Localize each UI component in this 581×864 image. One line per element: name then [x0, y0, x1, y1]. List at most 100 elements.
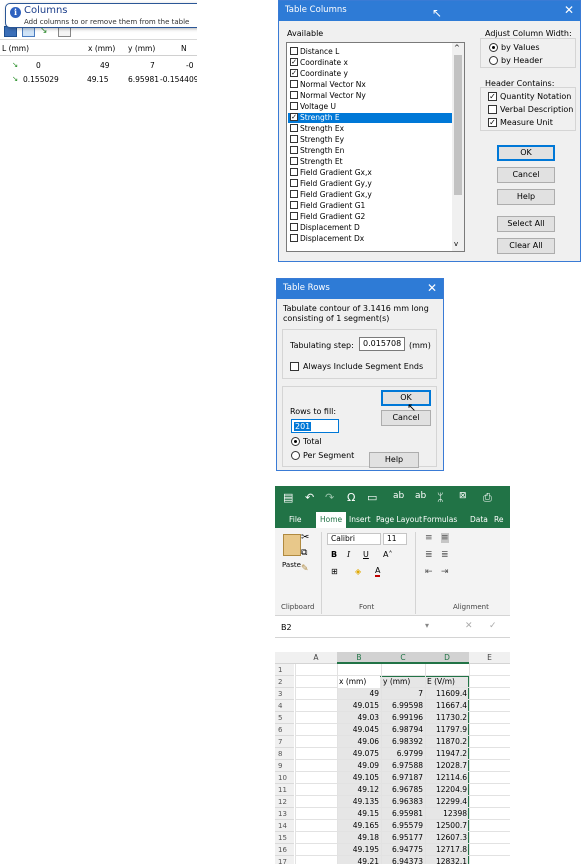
- bold-icon[interactable]: B: [331, 550, 337, 559]
- row-header[interactable]: 11: [275, 784, 294, 796]
- data-cell[interactable]: 49.18: [338, 832, 379, 844]
- scroll-up-icon[interactable]: ^: [454, 44, 460, 52]
- decrease-indent-icon[interactable]: ⇤: [425, 567, 433, 577]
- list-item[interactable]: ✓ Coordinate x: [288, 58, 452, 68]
- data-cell[interactable]: 12500.7: [426, 820, 467, 832]
- align-top-icon[interactable]: ≡: [425, 533, 433, 543]
- cancel-entry-icon[interactable]: ✕: [465, 621, 473, 631]
- data-cell[interactable]: 6.95177: [382, 832, 423, 844]
- tab-formulas[interactable]: Formulas: [423, 515, 457, 524]
- data-cell[interactable]: 49.195: [338, 844, 379, 856]
- list-item[interactable]: Normal Vector Nx: [288, 80, 452, 90]
- column-checkbox[interactable]: [290, 179, 298, 187]
- save-icon[interactable]: ▤: [283, 491, 293, 504]
- data-cell[interactable]: 11667.4: [426, 700, 467, 712]
- data-cell[interactable]: 12028.7: [426, 760, 467, 772]
- underline-icon[interactable]: U: [363, 550, 369, 559]
- scroll-down-icon[interactable]: v: [454, 240, 458, 248]
- list-item[interactable]: Field Gradient G2: [288, 212, 452, 222]
- scroll-thumb[interactable]: [454, 55, 462, 195]
- data-cell[interactable]: 12832.1: [426, 856, 467, 864]
- font-name-select[interactable]: Calibri: [327, 533, 381, 545]
- tab-home[interactable]: Home: [316, 512, 347, 528]
- cut-icon[interactable]: ✂: [301, 532, 309, 543]
- list-item[interactable]: Field Gradient Gx,y: [288, 190, 452, 200]
- name-box-dropdown-icon[interactable]: ▾: [425, 621, 429, 630]
- undo-icon[interactable]: ↶: [305, 491, 314, 504]
- data-cell[interactable]: 12398: [426, 808, 467, 820]
- rows-input[interactable]: 201: [291, 419, 339, 433]
- data-cell[interactable]: 12607.3: [426, 832, 467, 844]
- row-header[interactable]: 8: [275, 748, 294, 760]
- format-painter-icon[interactable]: ✎: [301, 564, 309, 574]
- data-cell[interactable]: 11797.9: [426, 724, 467, 736]
- header-cell[interactable]: y (mm): [382, 676, 424, 688]
- border-icon[interactable]: ⊞: [331, 567, 338, 576]
- row-header[interactable]: 12: [275, 796, 294, 808]
- data-cell[interactable]: 11870.2: [426, 736, 467, 748]
- subscript-icon[interactable]: ab: [415, 491, 426, 501]
- list-item[interactable]: Distance L: [288, 47, 452, 57]
- column-checkbox[interactable]: [290, 190, 298, 198]
- row-header[interactable]: 3: [275, 688, 294, 700]
- column-checkbox[interactable]: [290, 201, 298, 209]
- row-header[interactable]: 16: [275, 844, 294, 856]
- column-checkbox[interactable]: ✓: [290, 58, 298, 66]
- data-cell[interactable]: 6.9799: [382, 748, 423, 760]
- cancel-button[interactable]: Cancel: [381, 410, 431, 426]
- column-header[interactable]: C: [381, 652, 425, 664]
- clipboard-icon[interactable]: [283, 534, 301, 556]
- column-checkbox[interactable]: [290, 102, 298, 110]
- data-cell[interactable]: 49.06: [338, 736, 379, 748]
- data-cell[interactable]: 49.105: [338, 772, 379, 784]
- omega-icon[interactable]: Ω: [347, 491, 355, 504]
- redo-icon[interactable]: ↷: [325, 491, 334, 504]
- window-icon[interactable]: ▭: [367, 491, 377, 504]
- list-item[interactable]: ✓ Strength E: [288, 113, 452, 123]
- data-cell[interactable]: 6.94775: [382, 844, 423, 856]
- select-all-button[interactable]: Select All: [497, 216, 555, 232]
- tab-file[interactable]: File: [289, 515, 302, 524]
- column-checkbox[interactable]: [290, 212, 298, 220]
- tab-data[interactable]: Data: [470, 515, 488, 524]
- list-item[interactable]: Displacement Dx: [288, 234, 452, 244]
- include-ends-checkbox[interactable]: [290, 362, 299, 371]
- column-checkbox[interactable]: [290, 124, 298, 132]
- row-header[interactable]: 4: [275, 700, 294, 712]
- column-checkbox[interactable]: [290, 80, 298, 88]
- column-checkbox[interactable]: [290, 135, 298, 143]
- tab-review[interactable]: Re: [494, 515, 504, 524]
- row-header[interactable]: 17: [275, 856, 294, 864]
- list-item[interactable]: Strength Et: [288, 157, 452, 167]
- column-checkbox[interactable]: ✓: [290, 69, 298, 77]
- list-item[interactable]: ✓ Coordinate y: [288, 69, 452, 79]
- column-checkbox[interactable]: ✓: [290, 113, 298, 121]
- ok-button[interactable]: OK: [497, 145, 555, 161]
- column-header[interactable]: D: [425, 652, 469, 664]
- total-radio[interactable]: [291, 437, 300, 446]
- by-values-radio[interactable]: [489, 43, 498, 52]
- list-item[interactable]: Field Gradient G1: [288, 201, 452, 211]
- align-left-icon[interactable]: ≣: [425, 550, 433, 560]
- row-header[interactable]: 14: [275, 820, 294, 832]
- row-header[interactable]: 13: [275, 808, 294, 820]
- tab-page-layout[interactable]: Page Layout: [376, 515, 422, 524]
- data-cell[interactable]: 6.99598: [382, 700, 423, 712]
- italic-icon[interactable]: I: [347, 550, 350, 559]
- available-columns-list[interactable]: Distance L ✓ Coordinate x ✓ Coordinate y Norm…: [286, 42, 465, 252]
- column-checkbox[interactable]: [290, 234, 298, 242]
- data-cell[interactable]: 7: [382, 688, 423, 700]
- list-item[interactable]: Strength En: [288, 146, 452, 156]
- header-cell[interactable]: x (mm): [338, 676, 380, 688]
- paste-button[interactable]: Paste: [282, 561, 301, 569]
- list-scrollbar[interactable]: ^ v: [452, 43, 464, 251]
- by-header-radio[interactable]: [489, 56, 498, 65]
- data-cell[interactable]: 49: [338, 688, 379, 700]
- help-button[interactable]: Help: [497, 189, 555, 205]
- column-header[interactable]: A: [295, 652, 337, 664]
- data-cell[interactable]: 49.09: [338, 760, 379, 772]
- row-header[interactable]: 5: [275, 712, 294, 724]
- data-cell[interactable]: 12299.4: [426, 796, 467, 808]
- data-cell[interactable]: 11947.2: [426, 748, 467, 760]
- row-header[interactable]: 6: [275, 724, 294, 736]
